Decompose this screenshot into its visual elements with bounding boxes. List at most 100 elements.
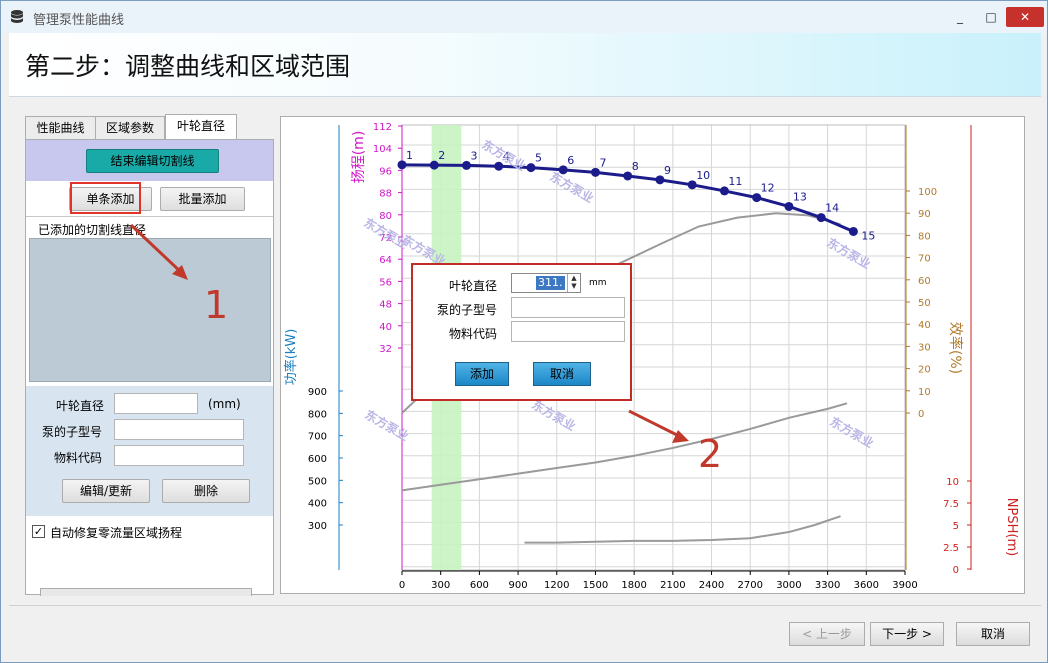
x-tick-label: 900 <box>509 580 528 591</box>
dialog-cancel-button[interactable]: 取消 <box>533 362 591 386</box>
spin-up-icon[interactable]: ▲ <box>568 274 580 282</box>
tab-region-params[interactable]: 区域参数 <box>95 116 165 140</box>
impeller-unit-label: (mm) <box>208 397 241 411</box>
x-tick-label: 600 <box>470 580 489 591</box>
eff-tick-label: 60 <box>918 276 931 287</box>
impeller-panel: 结束编辑切割线 单条添加 批量添加 已添加的切割线直径 1 叶轮直径 (mm) … <box>25 139 274 596</box>
impeller-diameter-input[interactable] <box>114 393 198 414</box>
head-point-label: 2 <box>438 149 445 162</box>
dialog-unit-label: mm <box>589 278 607 288</box>
power-tick-label: 800 <box>308 409 327 420</box>
npsh-tick-label: 0 <box>953 565 959 576</box>
x-tick-label: 3600 <box>854 580 879 591</box>
x-tick-label: 1500 <box>583 580 608 591</box>
submodel-input[interactable] <box>114 419 244 440</box>
head-tick-label: 96 <box>379 166 392 177</box>
head-point <box>848 226 858 236</box>
power-axis-label: 功率(kW) <box>283 329 299 386</box>
chart-marks: 1 2 3 4 5 6 7 8 9 10 1112131415 <box>397 149 875 242</box>
database-icon <box>11 10 23 23</box>
step-header: 第二步：调整曲线和区域范围 <box>9 33 1041 97</box>
cutline-form: 叶轮直径 (mm) 泵的子型号 物料代码 编辑/更新 删除 <box>26 386 273 516</box>
group-divider <box>26 216 273 217</box>
npsh-axis-label: NPSH(m) <box>1004 498 1019 556</box>
head-point-label: 15 <box>861 229 875 242</box>
maximize-button[interactable]: □ <box>978 7 1004 27</box>
head-tick-label: 112 <box>373 122 392 133</box>
spin-down-icon[interactable]: ▼ <box>568 282 580 290</box>
x-tick-label: 3300 <box>815 580 840 591</box>
tab-impeller-diameter[interactable]: 叶轮直径 <box>165 114 237 140</box>
head-tick-label: 64 <box>379 255 392 266</box>
x-tick-label: 3000 <box>776 580 801 591</box>
power-tick-label: 900 <box>308 387 327 398</box>
auto-fix-label: 自动修复零流量区域扬程 <box>50 526 183 540</box>
npsh-curve <box>524 515 841 544</box>
eff-tick-label: 70 <box>918 254 931 265</box>
auto-fix-checkbox[interactable]: ✓ <box>32 525 45 538</box>
power-tick-label: 400 <box>308 499 327 510</box>
end-edit-cutline-button[interactable]: 结束编辑切割线 <box>86 149 219 173</box>
delete-button[interactable]: 删除 <box>162 479 250 503</box>
eff-tick-label: 90 <box>918 209 931 220</box>
watermark-text: 东方泵业 <box>828 414 877 451</box>
spinner-arrows[interactable]: ▲ ▼ <box>567 274 580 292</box>
window-title: 管理泵性能曲线 <box>33 13 125 28</box>
added-cutlines-list[interactable] <box>29 238 271 382</box>
performance-chart[interactable]: 0 300 600 900 1200 1500 1800 2100 2400 2700 3000 33… <box>281 117 1026 595</box>
watermark-text: 东方泵业 <box>548 169 597 206</box>
material-code-label: 物料代码 <box>53 451 102 465</box>
impeller-diameter-label: 叶轮直径 <box>55 399 104 413</box>
head-point-label: 3 <box>470 149 477 162</box>
head-point-label: 1 <box>406 149 413 162</box>
eff-tick-label: 80 <box>918 231 931 242</box>
dialog-add-button[interactable]: 添加 <box>455 362 509 386</box>
submodel-label: 泵的子型号 <box>41 425 102 439</box>
power-tick-label: 500 <box>308 476 327 487</box>
npsh-tick-label: 5 <box>953 521 959 532</box>
dialog-material-input[interactable] <box>511 321 625 342</box>
power-curve <box>401 402 848 492</box>
next-step-button[interactable]: 下一步 > <box>870 622 944 646</box>
eff-tick-label: 30 <box>918 342 931 353</box>
material-code-input[interactable] <box>114 445 244 466</box>
eff-tick-label: 40 <box>918 320 931 331</box>
clipped-button[interactable] <box>40 588 252 596</box>
head-tick-label: 56 <box>379 277 392 288</box>
edit-update-button[interactable]: 编辑/更新 <box>62 479 150 503</box>
head-point-label: 13 <box>793 190 807 203</box>
annotation-arrow-2: 2 <box>628 409 722 476</box>
chart-panel: 0 300 600 900 1200 1500 1800 2100 2400 2700 3000 33… <box>280 116 1025 594</box>
main-window: 管理泵性能曲线 _ □ ✕ 第二步：调整曲线和区域范围 性能曲线 区域参数 叶轮… <box>0 0 1048 663</box>
spinner-value[interactable]: 311. <box>536 276 565 290</box>
head-tick-label: 80 <box>379 211 392 222</box>
close-button[interactable]: ✕ <box>1006 7 1044 27</box>
title-bar[interactable]: 管理泵性能曲线 _ □ ✕ <box>1 1 1047 33</box>
eff-axis-label: 效率(%) <box>947 322 964 374</box>
impeller-diameter-spinner[interactable]: 311. ▲ ▼ <box>511 273 581 293</box>
batch-add-button[interactable]: 批量添加 <box>160 187 245 211</box>
footer-divider <box>9 605 1041 606</box>
dialog-submodel-input[interactable] <box>511 297 625 318</box>
x-tick-label: 1200 <box>544 580 569 591</box>
footer-cancel-button[interactable]: 取消 <box>956 622 1030 646</box>
head-point-label: 8 <box>632 160 639 173</box>
minimize-button[interactable]: _ <box>947 7 973 27</box>
prev-step-button[interactable]: < 上一步 <box>789 622 865 646</box>
chart-axes: 0 300 600 900 1200 1500 1800 2100 2400 2700 3000 33… <box>283 122 1019 591</box>
tab-performance-curve[interactable]: 性能曲线 <box>25 116 96 140</box>
x-tick-label: 1800 <box>621 580 646 591</box>
edit-band: 结束编辑切割线 <box>26 140 273 181</box>
head-point-label: 14 <box>825 202 839 215</box>
x-tick-label: 0 <box>399 580 405 591</box>
head-point-label: 12 <box>761 182 775 195</box>
head-point-label: 5 <box>535 152 542 165</box>
npsh-tick-label: 7.5 <box>943 499 959 510</box>
head-point-label: 7 <box>599 156 606 169</box>
head-tick-label: 48 <box>379 300 392 311</box>
add-cutline-dialog: 叶轮直径 311. ▲ ▼ mm 泵的子型号 物料代码 添加 取消 <box>411 263 632 401</box>
dialog-material-label: 物料代码 <box>448 327 497 341</box>
eff-tick-label: 0 <box>918 409 924 420</box>
x-tick-label: 3900 <box>892 580 917 591</box>
head-point-label: 6 <box>567 154 574 167</box>
